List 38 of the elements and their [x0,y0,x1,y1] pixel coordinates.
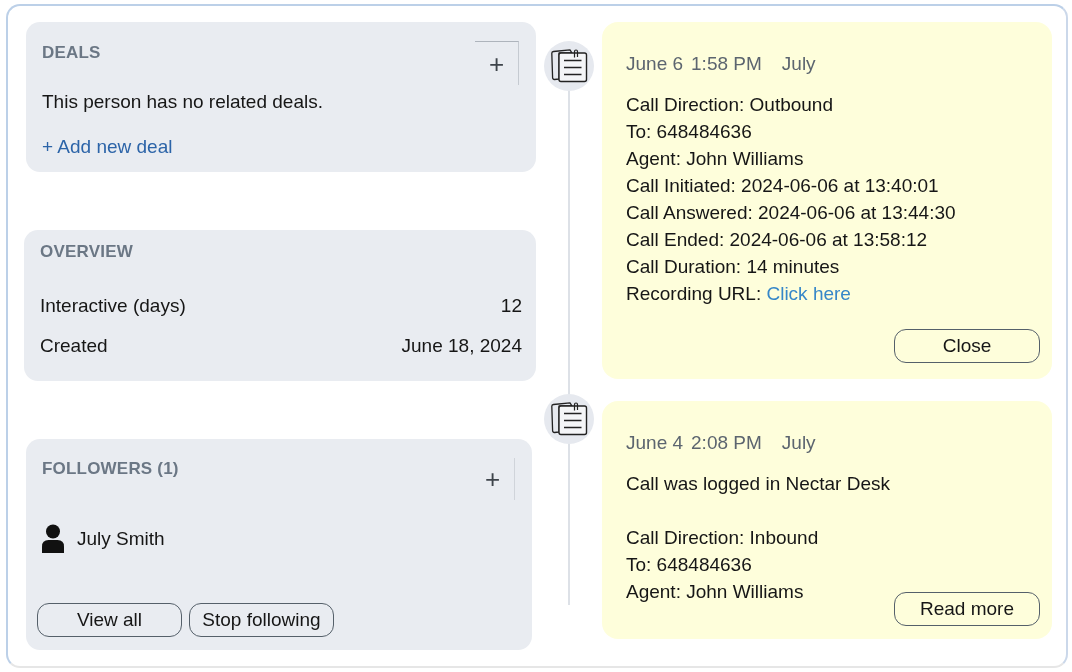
activity-time: 2:08 PM [691,430,762,455]
activity-author: July [781,430,816,455]
follower-name: July Smith [77,527,165,550]
detail-line: Call Duration: 14 minutes [626,255,841,279]
activity-date: June 6 [626,52,684,76]
activity-date: June 4 [626,430,684,455]
detail-line: Call Direction: Outbound [626,93,834,117]
activity-author: July [781,52,816,76]
add-follower-button[interactable]: + [471,458,515,500]
detail-line: Agent: John Williams [626,579,805,604]
empty-message: This person has no related deals. [42,90,324,114]
activity-note: Call was logged in Nectar Desk [626,471,891,496]
person-icon [42,524,64,553]
add-deal-button[interactable]: + [475,41,519,85]
detail-line: Call Answered: 2024-06-06 at 13:44:30 [626,201,957,225]
recording-link[interactable]: Click here [766,283,851,304]
view-all-button[interactable]: View all [37,603,182,637]
field-value: June 18, 2024 [401,334,522,358]
field-label: Interactive (days) [40,294,186,318]
detail-line: To: 648484636 [626,120,753,144]
detail-line: Agent: John Williams [626,147,805,171]
detail-line: Recording URL: Click here [626,282,852,306]
section-title: FOLLOWERS (1) [42,458,179,480]
field-value: 12 [500,294,522,318]
section-title: OVERVIEW [40,241,134,263]
detail-line: Call Initiated: 2024-06-06 at 13:40:01 [626,174,940,198]
read-more-button[interactable]: Read more [894,592,1040,626]
detail-line: Call Ended: 2024-06-06 at 13:58:12 [626,228,929,252]
close-button[interactable]: Close [894,328,1040,363]
stop-following-button[interactable]: Stop following [189,603,334,637]
detail-line: Call Direction: Inbound [626,525,819,550]
section-title: DEALS [42,42,101,64]
field-label: Created [40,334,108,358]
notes-icon [544,394,594,444]
add-deal-link[interactable]: + Add new deal [42,133,173,160]
detail-line: To: 648484636 [626,552,753,577]
notes-icon [544,41,594,91]
activity-time: 1:58 PM [691,52,762,76]
